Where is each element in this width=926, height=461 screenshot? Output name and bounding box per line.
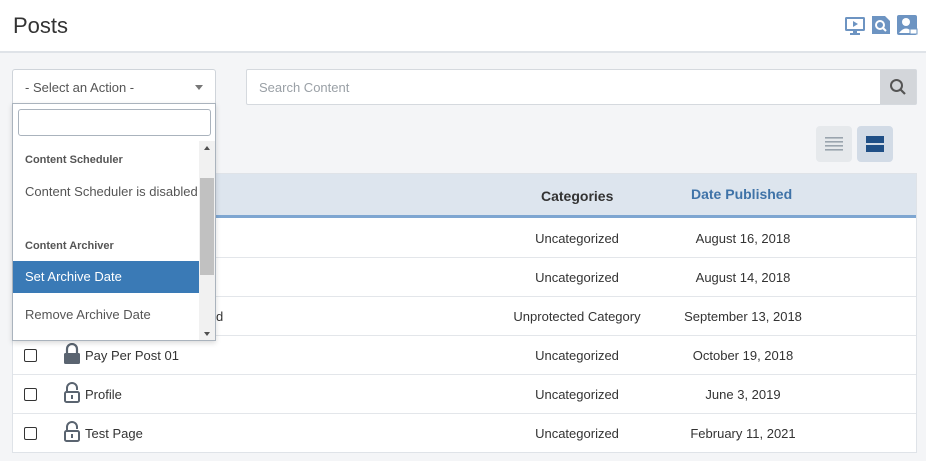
scrollbar-thumb[interactable] — [200, 178, 214, 275]
table-row[interactable]: Pay Per Post 01 Uncategorized October 19… — [13, 336, 916, 375]
table-row[interactable]: Profile Uncategorized June 3, 2019 — [13, 375, 916, 414]
user-profile-icon[interactable] — [896, 14, 918, 36]
row-checkbox[interactable] — [24, 427, 37, 440]
bulk-action-select[interactable]: - Select an Action - — [12, 69, 216, 105]
bulk-action-select-value: - Select an Action - — [25, 80, 135, 95]
list-view-button[interactable] — [816, 126, 852, 162]
table-row[interactable]: Test Page Uncategorized February 11, 202… — [13, 414, 916, 453]
video-tutorial-icon[interactable] — [844, 14, 866, 36]
row-date: August 14, 2018 — [695, 270, 791, 285]
page-title: Posts — [13, 13, 69, 38]
row-category: Uncategorized — [535, 231, 619, 246]
row-category: Uncategorized — [535, 387, 619, 402]
search-content-icon[interactable] — [870, 14, 892, 36]
page-header: Posts — [0, 0, 926, 53]
bulk-action-dropdown: Content Scheduler Content Scheduler is d… — [12, 103, 216, 341]
option-group-label: Content Scheduler — [25, 154, 123, 166]
lock-open-icon — [64, 421, 80, 442]
scroll-down-icon[interactable] — [204, 332, 210, 336]
row-category: Uncategorized — [535, 270, 619, 285]
lock-open-icon — [64, 382, 80, 403]
option-set-archive-date[interactable]: Set Archive Date — [13, 261, 199, 293]
card-view-button[interactable] — [857, 126, 893, 162]
column-header-categories: Categories — [541, 188, 614, 204]
search-button[interactable] — [880, 70, 916, 104]
option-group-label: Content Archiver — [25, 240, 114, 252]
search-icon — [890, 79, 906, 95]
row-checkbox[interactable] — [24, 388, 37, 401]
lock-closed-icon — [64, 343, 80, 364]
row-title[interactable]: d — [216, 309, 223, 324]
row-date: February 11, 2021 — [690, 426, 796, 441]
search-input[interactable] — [247, 70, 881, 104]
option-remove-archive-date[interactable]: Remove Archive Date — [13, 299, 199, 331]
row-title[interactable]: Pay Per Post 01 — [85, 348, 179, 363]
row-date: June 3, 2019 — [705, 387, 781, 402]
dropdown-search-input[interactable] — [18, 109, 211, 136]
card-view-icon — [866, 136, 884, 152]
row-date: September 13, 2018 — [684, 309, 802, 324]
scroll-up-icon[interactable] — [204, 146, 210, 150]
dropdown-options-list: Content Scheduler Content Scheduler is d… — [13, 141, 199, 340]
row-category: Uncategorized — [535, 348, 619, 363]
row-date: August 16, 2018 — [695, 231, 791, 246]
content-search — [246, 69, 917, 105]
header-icons — [844, 14, 918, 36]
option-content-scheduler-disabled: Content Scheduler is disabled — [25, 184, 198, 199]
dropdown-scrollbar[interactable] — [199, 141, 215, 340]
list-view-icon — [825, 137, 843, 151]
row-date: October 19, 2018 — [692, 348, 794, 363]
row-category: Unprotected Category — [513, 309, 641, 324]
row-title[interactable]: Test Page — [85, 426, 143, 441]
caret-down-icon — [195, 85, 203, 90]
row-title[interactable]: Profile — [85, 387, 122, 402]
row-category: Uncategorized — [535, 426, 619, 441]
row-checkbox[interactable] — [24, 349, 37, 362]
column-header-date-published[interactable]: Date Published — [691, 186, 792, 202]
